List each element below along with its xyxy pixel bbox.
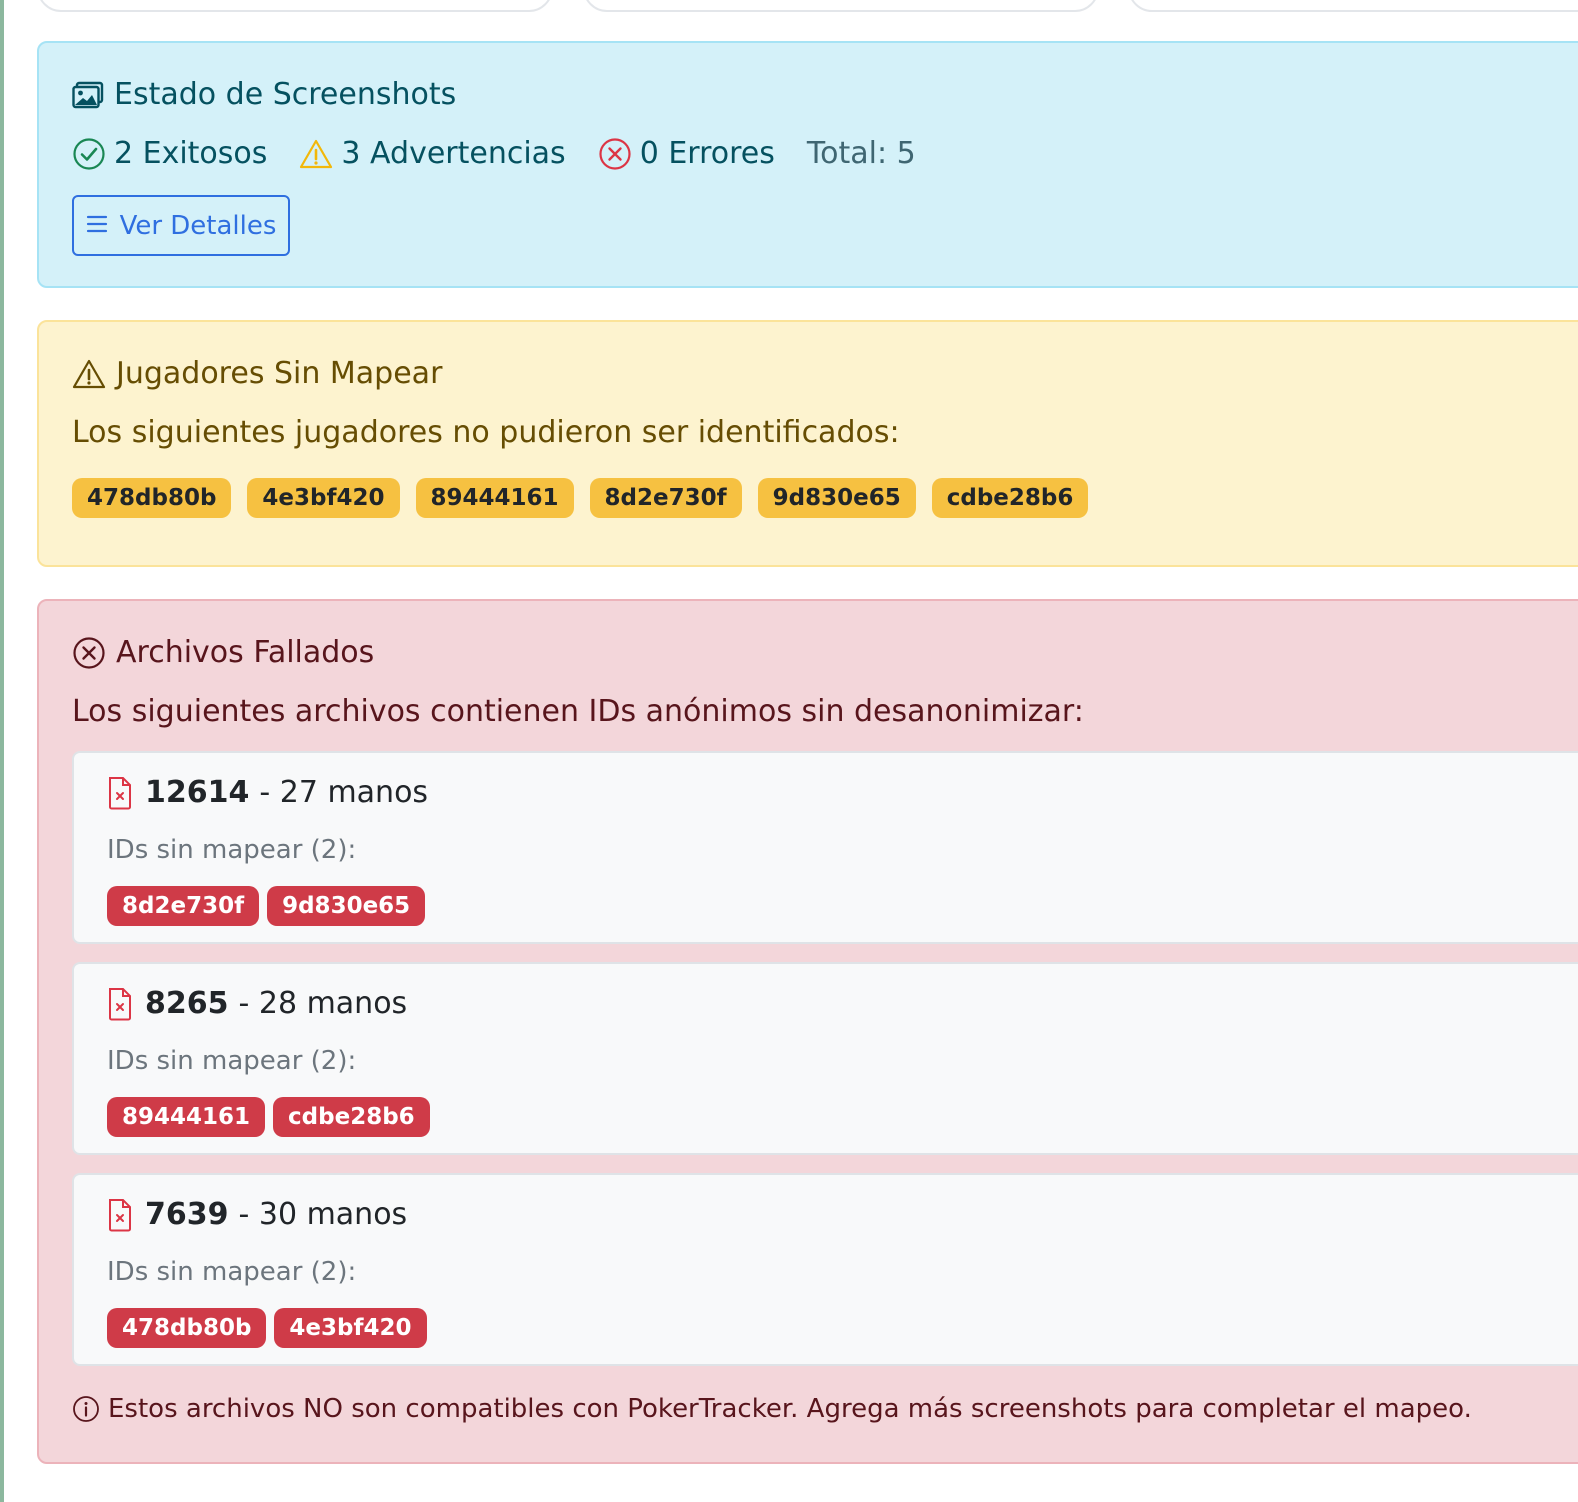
unmapped-id-badge: cdbe28b6: [273, 1097, 430, 1137]
warning-count: 3 Advertencias: [299, 134, 566, 174]
unmapped-ids-label: IDs sin mapear (2):: [107, 835, 357, 865]
status-summary: 2 Exitosos 3 Advertencias 0 Errores Tota…: [72, 134, 948, 174]
failed-file-card: 8265 - 28 manos IDs sin mapear (2): 8944…: [72, 962, 1578, 1155]
summary-card: [1128, 0, 1578, 12]
player-id-badge: 478db80b: [72, 478, 232, 518]
failed-file-title: 7639 - 30 manos: [107, 1195, 407, 1235]
file-x-icon: [107, 987, 133, 1021]
failed-file-title: 8265 - 28 manos: [107, 984, 407, 1024]
failed-file-card: 7639 - 30 manos IDs sin mapear (2): 478d…: [72, 1173, 1578, 1366]
x-circle-icon: [598, 137, 632, 171]
failed-file-card: 12614 - 27 manos IDs sin mapear (2): 8d2…: [72, 751, 1578, 944]
player-id-badge: 4e3bf420: [247, 478, 400, 518]
total-count: Total: 5: [806, 136, 916, 171]
error-count: 0 Errores: [598, 134, 775, 174]
unmapped-players-list: 478db80b 4e3bf420 89444161 8d2e730f 9d83…: [72, 478, 1089, 518]
unmapped-ids-list: 89444161 cdbe28b6: [107, 1097, 430, 1137]
failed-files-alert: Archivos Fallados Los siguientes archivo…: [37, 599, 1578, 1464]
file-id: 8265: [145, 986, 229, 1021]
file-id: 7639: [145, 1197, 229, 1232]
view-details-button[interactable]: Ver Detalles: [72, 195, 290, 256]
warning-triangle-icon: [299, 138, 333, 170]
unmapped-id-badge: 8d2e730f: [107, 886, 260, 926]
player-id-badge: cdbe28b6: [931, 478, 1089, 518]
page: Estado de Screenshots 2 Exitosos 3 Adver…: [0, 0, 1578, 1502]
view-details-label: Ver Detalles: [119, 210, 277, 241]
unmapped-players-alert: Jugadores Sin Mapear Los siguientes juga…: [37, 320, 1578, 567]
unmapped-players-description: Los siguientes jugadores no pudieron ser…: [72, 415, 900, 450]
list-icon: [86, 211, 108, 241]
footnote-text: Estos archivos NO son compatibles con Po…: [108, 1394, 1472, 1424]
file-hands: - 27 manos: [259, 775, 429, 810]
unmapped-ids-list: 8d2e730f 9d830e65: [107, 886, 426, 926]
unmapped-players-heading: Jugadores Sin Mapear: [72, 354, 442, 394]
unmapped-id-badge: 478db80b: [107, 1308, 267, 1348]
warning-triangle-icon: [72, 358, 106, 390]
player-id-badge: 9d830e65: [757, 478, 916, 518]
player-id-badge: 89444161: [415, 478, 574, 518]
failed-file-title: 12614 - 27 manos: [107, 773, 428, 813]
unmapped-ids-list: 478db80b 4e3bf420: [107, 1308, 427, 1348]
unmapped-players-title: Jugadores Sin Mapear: [116, 356, 443, 391]
failed-files-title: Archivos Fallados: [116, 635, 375, 670]
left-border: [0, 0, 4, 1502]
file-hands: - 28 manos: [238, 986, 408, 1021]
unmapped-id-badge: 4e3bf420: [274, 1308, 427, 1348]
screenshots-status-title: Estado de Screenshots: [114, 77, 457, 112]
x-circle-icon: [72, 636, 106, 670]
file-id: 12614: [145, 775, 250, 810]
file-x-icon: [107, 1198, 133, 1232]
unmapped-ids-label: IDs sin mapear (2):: [107, 1046, 357, 1076]
unmapped-ids-label: IDs sin mapear (2):: [107, 1257, 357, 1287]
info-circle-icon: [72, 1395, 100, 1423]
unmapped-id-badge: 89444161: [107, 1097, 266, 1137]
image-icon: [72, 81, 104, 109]
summary-card: [583, 0, 1099, 12]
failed-files-heading: Archivos Fallados: [72, 633, 374, 673]
player-id-badge: 8d2e730f: [589, 478, 742, 518]
file-hands: - 30 manos: [238, 1197, 408, 1232]
unmapped-id-badge: 9d830e65: [267, 886, 426, 926]
failed-files-footnote: Estos archivos NO son compatibles con Po…: [72, 1392, 1472, 1426]
screenshots-status-alert: Estado de Screenshots 2 Exitosos 3 Adver…: [37, 41, 1578, 288]
check-circle-icon: [72, 137, 106, 171]
file-x-icon: [107, 776, 133, 810]
screenshots-status-heading: Estado de Screenshots: [72, 75, 456, 115]
failed-files-description: Los siguientes archivos contienen IDs an…: [72, 694, 1084, 729]
success-count: 2 Exitosos: [72, 134, 267, 174]
summary-card: [37, 0, 553, 12]
